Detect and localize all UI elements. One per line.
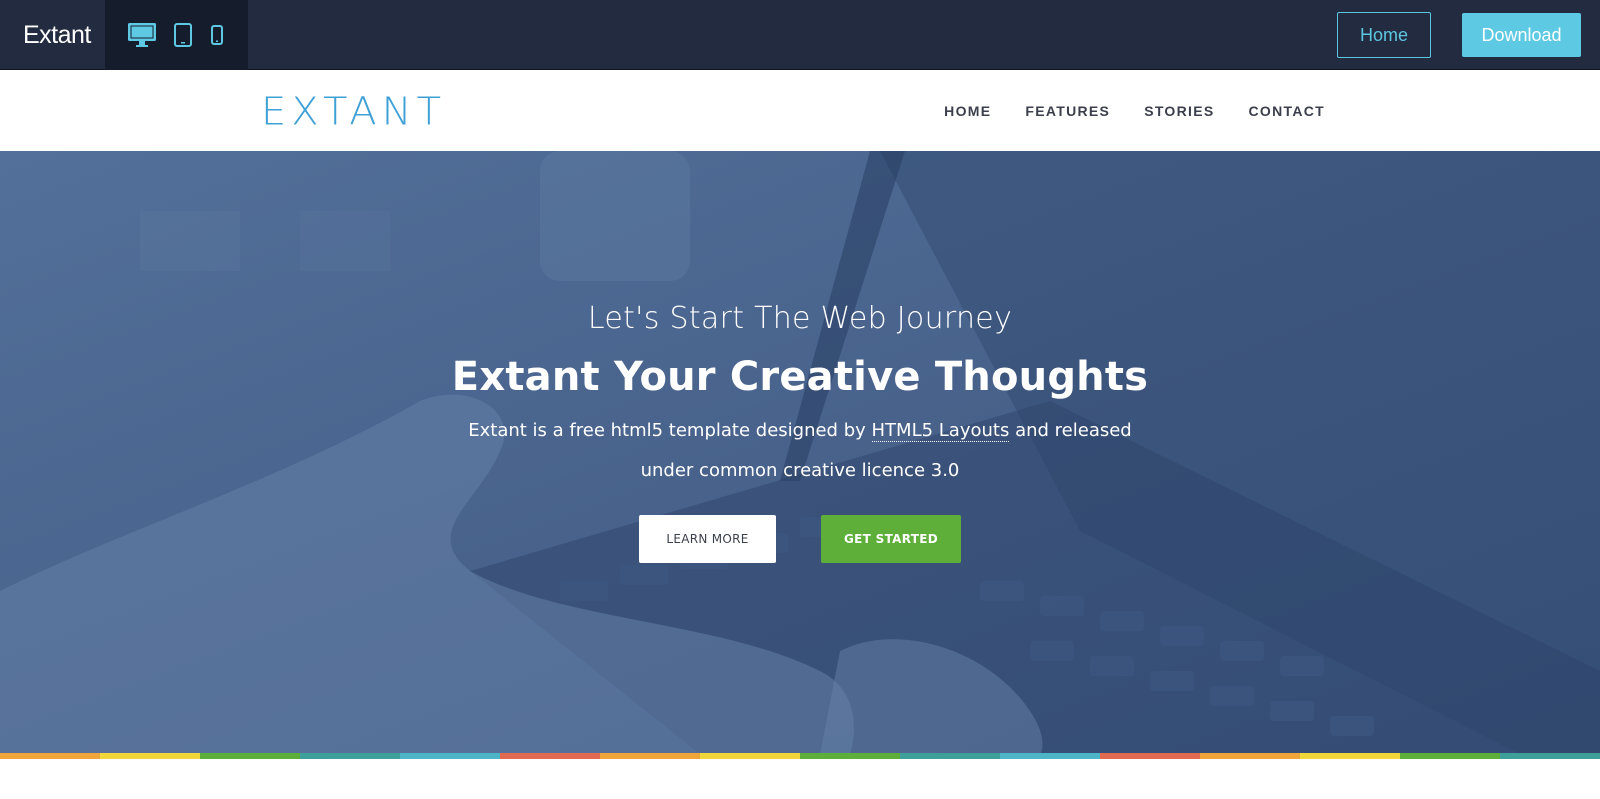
- stripe-segment: [1200, 753, 1300, 759]
- stripe-segment: [400, 753, 500, 759]
- preview-toolbar: Extant Home Download: [0, 0, 1600, 70]
- nav-item-home[interactable]: HOME: [944, 103, 991, 119]
- site-logo[interactable]: EXTANT: [261, 90, 446, 134]
- hero-section: Let's Start The Web Journey Extant Your …: [0, 151, 1600, 754]
- desktop-icon[interactable]: [123, 0, 161, 70]
- hero-text-start: Extant is a free html5 template designed…: [468, 420, 872, 441]
- stripe-segment: [1100, 753, 1200, 759]
- tablet-icon[interactable]: [169, 0, 197, 70]
- stripe-segment: [1000, 753, 1100, 759]
- hero-content: Let's Start The Web Journey Extant Your …: [0, 301, 1600, 563]
- stripe-segment: [800, 753, 900, 759]
- hero-buttons: LEARN MORE GET STARTED: [0, 515, 1600, 563]
- nav-item-features[interactable]: FEATURES: [1025, 103, 1110, 119]
- stripe-segment: [200, 753, 300, 759]
- home-button[interactable]: Home: [1337, 12, 1431, 58]
- stripe-segment: [500, 753, 600, 759]
- stripe-segment: [1300, 753, 1400, 759]
- hero-subtitle: Let's Start The Web Journey: [587, 301, 1013, 336]
- stripe-segment: [100, 753, 200, 759]
- download-button[interactable]: Download: [1462, 13, 1581, 57]
- stripe-segment: [300, 753, 400, 759]
- learn-more-button[interactable]: LEARN MORE: [639, 515, 776, 563]
- stripe-segment: [1500, 753, 1600, 759]
- toolbar-brand[interactable]: Extant: [23, 0, 91, 70]
- stripe-segment: [0, 753, 100, 759]
- stripe-segment: [600, 753, 700, 759]
- get-started-button[interactable]: GET STARTED: [821, 515, 961, 563]
- html5-layouts-link[interactable]: HTML5 Layouts: [871, 420, 1010, 442]
- phone-icon[interactable]: [205, 0, 229, 70]
- stripe-segment: [700, 753, 800, 759]
- color-stripe: [0, 753, 1600, 759]
- stripe-segment: [900, 753, 1000, 759]
- hero-title: Extant Your Creative Thoughts: [451, 354, 1149, 400]
- hero-description: Extant is a free html5 template designed…: [450, 411, 1150, 491]
- nav-item-stories[interactable]: STORIES: [1144, 103, 1214, 119]
- site-header: EXTANT HOME FEATURES STORIES CONTACT: [0, 71, 1600, 151]
- device-switcher: [105, 0, 248, 70]
- stripe-segment: [1400, 753, 1500, 759]
- nav-item-contact[interactable]: CONTACT: [1249, 103, 1326, 119]
- main-nav: HOME FEATURES STORIES CONTACT: [910, 71, 1325, 151]
